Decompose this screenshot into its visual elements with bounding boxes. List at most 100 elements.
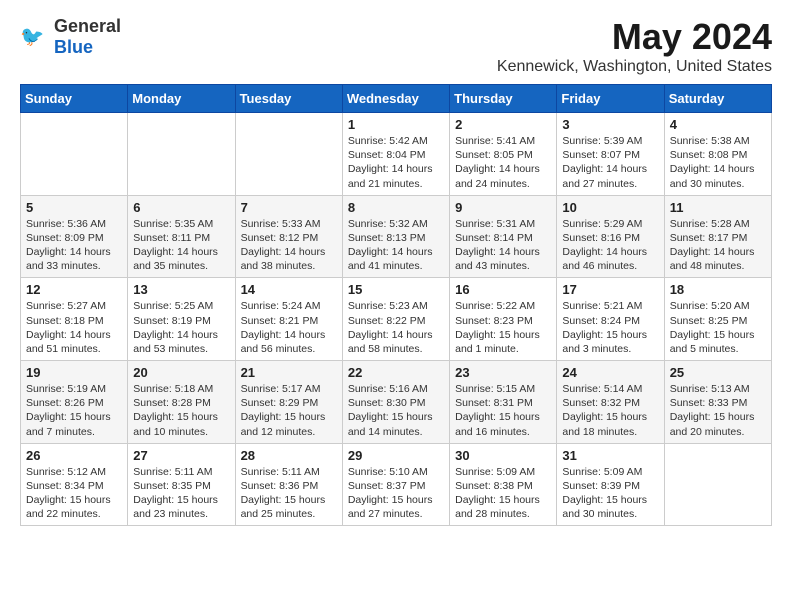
day-info: Sunrise: 5:35 AM Sunset: 8:11 PM Dayligh… <box>133 217 229 274</box>
day-info: Sunrise: 5:15 AM Sunset: 8:31 PM Dayligh… <box>455 382 551 439</box>
calendar-cell: 1Sunrise: 5:42 AM Sunset: 8:04 PM Daylig… <box>342 113 449 196</box>
calendar-cell: 19 Sunrise: 5:19 AM Sunset: 8:26 PM Dayli… <box>21 361 128 444</box>
calendar-cell: 18Sunrise: 5:20 AM Sunset: 8:25 PM Dayli… <box>664 278 771 361</box>
day-number: 19 <box>26 365 122 380</box>
day-number: 29 <box>348 448 444 463</box>
calendar-cell: 26 Sunrise: 5:12 AM Sunset: 8:34 PM Dayli… <box>21 443 128 526</box>
day-number: 15 <box>348 282 444 297</box>
day-info: Sunrise: 5:21 AM Sunset: 8:24 PM Dayligh… <box>562 299 658 356</box>
calendar-week-row: 5 Sunrise: 5:36 AM Sunset: 8:09 PM Daylig… <box>21 195 772 278</box>
calendar-week-row: 1Sunrise: 5:42 AM Sunset: 8:04 PM Daylig… <box>21 113 772 196</box>
calendar-cell: 12Sunrise: 5:27 AM Sunset: 8:18 PM Dayli… <box>21 278 128 361</box>
calendar-cell: 6 Sunrise: 5:35 AM Sunset: 8:11 PM Daylig… <box>128 195 235 278</box>
calendar-cell: 20 Sunrise: 5:18 AM Sunset: 8:28 PM Dayli… <box>128 361 235 444</box>
day-info: Sunrise: 5:22 AM Sunset: 8:23 PM Dayligh… <box>455 299 551 356</box>
logo-bird-icon: 🐦 <box>20 22 50 52</box>
calendar-cell <box>235 113 342 196</box>
month-title: May 2024 <box>497 16 772 58</box>
logo-text: General Blue <box>54 16 121 58</box>
calendar-cell: 5 Sunrise: 5:36 AM Sunset: 8:09 PM Daylig… <box>21 195 128 278</box>
weekday-header: Thursday <box>450 85 557 113</box>
calendar-table: SundayMondayTuesdayWednesdayThursdayFrid… <box>20 84 772 526</box>
calendar-week-row: 12Sunrise: 5:27 AM Sunset: 8:18 PM Dayli… <box>21 278 772 361</box>
day-info: Sunrise: 5:41 AM Sunset: 8:05 PM Dayligh… <box>455 134 551 191</box>
calendar-cell: 28 Sunrise: 5:11 AM Sunset: 8:36 PM Dayli… <box>235 443 342 526</box>
calendar-cell: 16Sunrise: 5:22 AM Sunset: 8:23 PM Dayli… <box>450 278 557 361</box>
logo: 🐦 General Blue <box>20 16 121 58</box>
day-info: Sunrise: 5:11 AM Sunset: 8:36 PM Dayligh… <box>241 465 337 522</box>
logo-blue: Blue <box>54 37 93 57</box>
day-number: 20 <box>133 365 229 380</box>
calendar-cell: 24Sunrise: 5:14 AM Sunset: 8:32 PM Dayli… <box>557 361 664 444</box>
day-info: Sunrise: 5:33 AM Sunset: 8:12 PM Dayligh… <box>241 217 337 274</box>
day-number: 13 <box>133 282 229 297</box>
day-number: 21 <box>241 365 337 380</box>
day-number: 14 <box>241 282 337 297</box>
day-info: Sunrise: 5:13 AM Sunset: 8:33 PM Dayligh… <box>670 382 766 439</box>
day-number: 3 <box>562 117 658 132</box>
svg-text:🐦: 🐦 <box>20 26 44 48</box>
calendar-week-row: 19 Sunrise: 5:19 AM Sunset: 8:26 PM Dayli… <box>21 361 772 444</box>
calendar-cell: 9 Sunrise: 5:31 AM Sunset: 8:14 PM Daylig… <box>450 195 557 278</box>
weekday-header: Monday <box>128 85 235 113</box>
calendar-cell: 31Sunrise: 5:09 AM Sunset: 8:39 PM Dayli… <box>557 443 664 526</box>
day-info: Sunrise: 5:24 AM Sunset: 8:21 PM Dayligh… <box>241 299 337 356</box>
day-info: Sunrise: 5:25 AM Sunset: 8:19 PM Dayligh… <box>133 299 229 356</box>
day-info: Sunrise: 5:32 AM Sunset: 8:13 PM Dayligh… <box>348 217 444 274</box>
day-info: Sunrise: 5:29 AM Sunset: 8:16 PM Dayligh… <box>562 217 658 274</box>
day-info: Sunrise: 5:10 AM Sunset: 8:37 PM Dayligh… <box>348 465 444 522</box>
calendar-cell: 4 Sunrise: 5:38 AM Sunset: 8:08 PM Daylig… <box>664 113 771 196</box>
weekday-header: Wednesday <box>342 85 449 113</box>
day-info: Sunrise: 5:39 AM Sunset: 8:07 PM Dayligh… <box>562 134 658 191</box>
calendar-cell: 7 Sunrise: 5:33 AM Sunset: 8:12 PM Daylig… <box>235 195 342 278</box>
day-info: Sunrise: 5:38 AM Sunset: 8:08 PM Dayligh… <box>670 134 766 191</box>
day-info: Sunrise: 5:31 AM Sunset: 8:14 PM Dayligh… <box>455 217 551 274</box>
day-number: 25 <box>670 365 766 380</box>
calendar-cell: 11Sunrise: 5:28 AM Sunset: 8:17 PM Dayli… <box>664 195 771 278</box>
calendar-cell: 27Sunrise: 5:11 AM Sunset: 8:35 PM Dayli… <box>128 443 235 526</box>
header-row: SundayMondayTuesdayWednesdayThursdayFrid… <box>21 85 772 113</box>
calendar-cell: 22Sunrise: 5:16 AM Sunset: 8:30 PM Dayli… <box>342 361 449 444</box>
weekday-header: Saturday <box>664 85 771 113</box>
calendar-cell <box>664 443 771 526</box>
day-number: 7 <box>241 200 337 215</box>
day-number: 11 <box>670 200 766 215</box>
day-number: 27 <box>133 448 229 463</box>
day-number: 6 <box>133 200 229 215</box>
day-number: 5 <box>26 200 122 215</box>
calendar-cell: 13 Sunrise: 5:25 AM Sunset: 8:19 PM Dayli… <box>128 278 235 361</box>
page-header: 🐦 General Blue May 2024 Kennewick, Washi… <box>20 16 772 76</box>
day-info: Sunrise: 5:12 AM Sunset: 8:34 PM Dayligh… <box>26 465 122 522</box>
day-info: Sunrise: 5:09 AM Sunset: 8:39 PM Dayligh… <box>562 465 658 522</box>
day-number: 23 <box>455 365 551 380</box>
calendar-cell: 15Sunrise: 5:23 AM Sunset: 8:22 PM Dayli… <box>342 278 449 361</box>
calendar-cell: 29 Sunrise: 5:10 AM Sunset: 8:37 PM Dayli… <box>342 443 449 526</box>
weekday-header: Tuesday <box>235 85 342 113</box>
logo-general: General <box>54 16 121 36</box>
calendar-cell: 25 Sunrise: 5:13 AM Sunset: 8:33 PM Dayli… <box>664 361 771 444</box>
calendar-cell: 30Sunrise: 5:09 AM Sunset: 8:38 PM Dayli… <box>450 443 557 526</box>
calendar-header: SundayMondayTuesdayWednesdayThursdayFrid… <box>21 85 772 113</box>
day-info: Sunrise: 5:19 AM Sunset: 8:26 PM Dayligh… <box>26 382 122 439</box>
calendar-cell: 21 Sunrise: 5:17 AM Sunset: 8:29 PM Dayli… <box>235 361 342 444</box>
day-number: 9 <box>455 200 551 215</box>
day-info: Sunrise: 5:14 AM Sunset: 8:32 PM Dayligh… <box>562 382 658 439</box>
calendar-cell: 14 Sunrise: 5:24 AM Sunset: 8:21 PM Dayli… <box>235 278 342 361</box>
day-number: 2 <box>455 117 551 132</box>
day-number: 1 <box>348 117 444 132</box>
day-info: Sunrise: 5:36 AM Sunset: 8:09 PM Dayligh… <box>26 217 122 274</box>
day-number: 26 <box>26 448 122 463</box>
day-number: 4 <box>670 117 766 132</box>
day-number: 18 <box>670 282 766 297</box>
day-info: Sunrise: 5:16 AM Sunset: 8:30 PM Dayligh… <box>348 382 444 439</box>
day-number: 30 <box>455 448 551 463</box>
day-info: Sunrise: 5:18 AM Sunset: 8:28 PM Dayligh… <box>133 382 229 439</box>
calendar-cell: 10Sunrise: 5:29 AM Sunset: 8:16 PM Dayli… <box>557 195 664 278</box>
calendar-week-row: 26 Sunrise: 5:12 AM Sunset: 8:34 PM Dayli… <box>21 443 772 526</box>
title-area: May 2024 Kennewick, Washington, United S… <box>497 16 772 76</box>
day-info: Sunrise: 5:17 AM Sunset: 8:29 PM Dayligh… <box>241 382 337 439</box>
calendar-cell <box>128 113 235 196</box>
day-number: 8 <box>348 200 444 215</box>
weekday-header: Friday <box>557 85 664 113</box>
day-number: 28 <box>241 448 337 463</box>
